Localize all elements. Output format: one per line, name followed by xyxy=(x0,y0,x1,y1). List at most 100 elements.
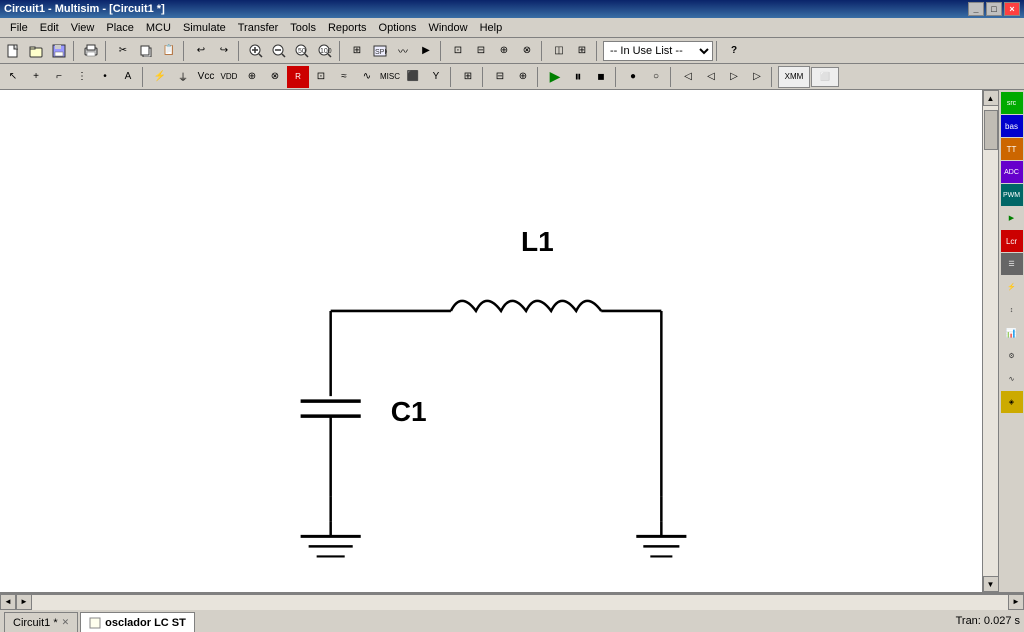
comp-measure[interactable]: ↕ xyxy=(1001,299,1023,321)
wire-button[interactable]: 〰 xyxy=(392,40,414,62)
in-use-list-dropdown[interactable]: -- In Use List -- xyxy=(603,41,713,61)
sim-tool3[interactable]: ◁ xyxy=(677,66,699,88)
tool8[interactable]: ⊟ xyxy=(470,40,492,62)
comp-adc[interactable]: ADC xyxy=(1001,161,1023,183)
comp-sources[interactable]: src xyxy=(1001,92,1023,114)
nav-right-panel[interactable]: ► xyxy=(1008,594,1024,610)
misc11[interactable]: ⊟ xyxy=(489,66,511,88)
fit-button[interactable]: 50 xyxy=(291,40,313,62)
sim-tool5[interactable]: ▷ xyxy=(723,66,745,88)
comp-misc[interactable]: ☰ xyxy=(1001,253,1023,275)
misc2[interactable]: ⊗ xyxy=(264,66,286,88)
misc9[interactable]: Y xyxy=(425,66,447,88)
multimeter-button[interactable]: XMM xyxy=(778,66,810,88)
help-button[interactable]: ? xyxy=(723,40,745,62)
scroll-thumb[interactable] xyxy=(984,110,998,150)
scroll-right-button[interactable]: ► xyxy=(16,594,32,610)
sim-button[interactable]: ▶ xyxy=(415,40,437,62)
zoom-in-button[interactable] xyxy=(245,40,267,62)
component-button[interactable]: ⊞ xyxy=(346,40,368,62)
scroll-down-button[interactable]: ▼ xyxy=(983,576,999,592)
open-button[interactable] xyxy=(25,40,47,62)
tab-osclador[interactable]: osclador LC ST xyxy=(80,612,195,632)
misc8[interactable]: ⬛ xyxy=(402,66,424,88)
vertical-scrollbar[interactable]: ▲ ▼ xyxy=(982,90,998,592)
misc10[interactable]: ⊞ xyxy=(457,66,479,88)
menu-simulate[interactable]: Simulate xyxy=(177,20,232,36)
sim-tool6[interactable]: ▷ xyxy=(746,66,768,88)
scroll-track[interactable] xyxy=(983,106,998,576)
menu-mcu[interactable]: MCU xyxy=(140,20,177,36)
menu-reports[interactable]: Reports xyxy=(322,20,373,36)
sim-tool4[interactable]: ◁ xyxy=(700,66,722,88)
canvas-area[interactable]: L1 C1 xyxy=(0,90,982,592)
tool7[interactable]: ⊡ xyxy=(447,40,469,62)
tool9[interactable]: ⊕ xyxy=(493,40,515,62)
pointer-tool[interactable]: ↖ xyxy=(2,66,24,88)
scroll-up-button[interactable]: ▲ xyxy=(983,90,999,106)
menu-place[interactable]: Place xyxy=(100,20,140,36)
tool10[interactable]: ⊗ xyxy=(516,40,538,62)
menu-edit[interactable]: Edit xyxy=(34,20,65,36)
minimize-button[interactable]: _ xyxy=(968,2,984,16)
menu-window[interactable]: Window xyxy=(422,20,473,36)
zoom-out-button[interactable] xyxy=(268,40,290,62)
undo-button[interactable]: ↩ xyxy=(190,40,212,62)
misc12[interactable]: ⊕ xyxy=(512,66,534,88)
comp-power[interactable]: ⚡ xyxy=(1001,276,1023,298)
horizontal-scrollbar[interactable] xyxy=(32,594,1008,610)
sim-tool1[interactable]: ● xyxy=(622,66,644,88)
maximize-button[interactable]: □ xyxy=(986,2,1002,16)
junction-tool[interactable]: • xyxy=(94,66,116,88)
vcc-tool[interactable]: Vcc xyxy=(195,66,217,88)
copy-button[interactable] xyxy=(135,40,157,62)
misc4[interactable]: ⊡ xyxy=(310,66,332,88)
misc7[interactable]: MISC xyxy=(379,66,401,88)
zoom100-button[interactable]: 100 xyxy=(314,40,336,62)
menu-tools[interactable]: Tools xyxy=(284,20,322,36)
save-button[interactable] xyxy=(48,40,70,62)
label-tool[interactable]: A xyxy=(117,66,139,88)
menu-file[interactable]: File xyxy=(4,20,34,36)
tool11[interactable]: ◫ xyxy=(548,40,570,62)
cut-button[interactable]: ✂ xyxy=(112,40,134,62)
menu-options[interactable]: Options xyxy=(373,20,423,36)
comp-basic[interactable]: bas xyxy=(1001,115,1023,137)
vdd-tool[interactable]: VDD xyxy=(218,66,240,88)
menu-transfer[interactable]: Transfer xyxy=(232,20,285,36)
comp-diodes[interactable]: TT xyxy=(1001,138,1023,160)
stop-button[interactable]: ⏹ xyxy=(590,66,612,88)
comp-chart[interactable]: 📊 xyxy=(1001,322,1023,344)
oscilloscope-button[interactable]: ⬜ xyxy=(811,67,839,87)
comp-signal[interactable]: ∿ xyxy=(1001,368,1023,390)
close-button[interactable]: × xyxy=(1004,2,1020,16)
paste-button[interactable]: 📋 xyxy=(158,40,180,62)
misc5[interactable]: ≈ xyxy=(333,66,355,88)
hscroll-track[interactable] xyxy=(32,595,1008,610)
comp-settings[interactable]: ⚙ xyxy=(1001,345,1023,367)
misc6[interactable]: ∿ xyxy=(356,66,378,88)
misc1[interactable]: ⊕ xyxy=(241,66,263,88)
bus-tool[interactable]: ⋮ xyxy=(71,66,93,88)
print-button[interactable] xyxy=(80,40,102,62)
tab-circuit1-close[interactable]: ✕ xyxy=(62,617,70,628)
spice-button[interactable]: SPICE xyxy=(369,40,391,62)
ground-tool[interactable]: ⏚ xyxy=(172,66,194,88)
menu-view[interactable]: View xyxy=(65,20,101,36)
menu-help[interactable]: Help xyxy=(474,20,509,36)
misc3[interactable]: R xyxy=(287,66,309,88)
tab-circuit1[interactable]: Circuit1 * ✕ xyxy=(4,612,78,632)
tool12[interactable]: ⊞ xyxy=(571,40,593,62)
new-button[interactable] xyxy=(2,40,24,62)
pause-button[interactable]: ⏸ xyxy=(567,66,589,88)
comp-lcr[interactable]: Lcr xyxy=(1001,230,1023,252)
component-place[interactable]: + xyxy=(25,66,47,88)
redo-button[interactable]: ↪ xyxy=(213,40,235,62)
sim-tool2[interactable]: ○ xyxy=(645,66,667,88)
wire-tool[interactable]: ⌐ xyxy=(48,66,70,88)
comp-pwm[interactable]: PWM xyxy=(1001,184,1023,206)
comp-extra[interactable]: ◈ xyxy=(1001,391,1023,413)
comp-play[interactable]: ▶ xyxy=(1001,207,1023,229)
scroll-left-button[interactable]: ◄ xyxy=(0,594,16,610)
power-tool[interactable]: ⚡ xyxy=(149,66,171,88)
